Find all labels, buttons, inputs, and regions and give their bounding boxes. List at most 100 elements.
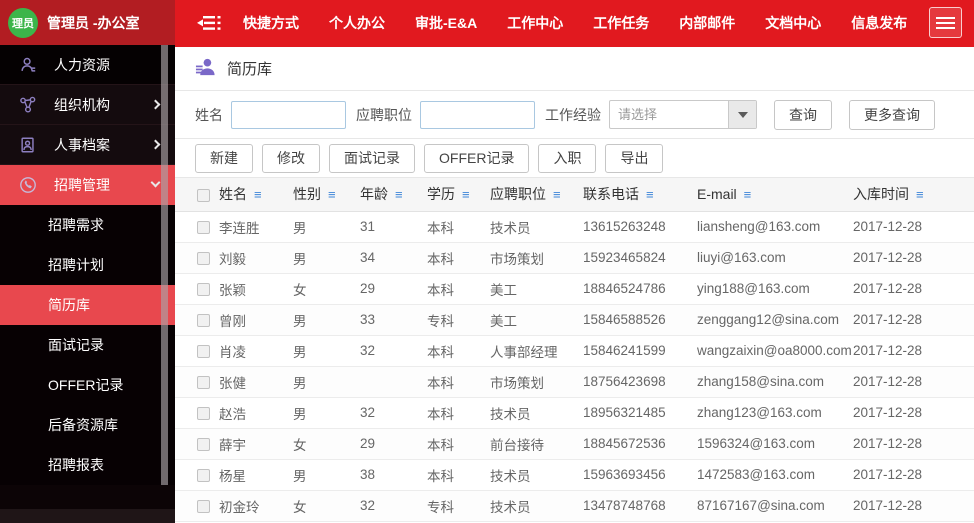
sidebar-item[interactable]: 人事档案 bbox=[0, 125, 175, 165]
sidebar-scrollbar[interactable] bbox=[161, 45, 168, 485]
cell-position: 技术员 bbox=[490, 406, 531, 422]
row-checkbox[interactable] bbox=[197, 220, 210, 234]
cell-gender: 男 bbox=[293, 344, 307, 360]
row-checkbox[interactable] bbox=[197, 344, 210, 358]
cell-age: 33 bbox=[360, 312, 376, 327]
nav-item[interactable]: 快捷方式 bbox=[243, 13, 299, 33]
column-header[interactable]: E-mail ≡ bbox=[697, 178, 853, 211]
row-checkbox[interactable] bbox=[197, 375, 210, 389]
action-button[interactable]: 新建 bbox=[195, 143, 253, 173]
table-row[interactable]: 杨星 男 38 本科 技术员 15963693456 1472583@163.com 2017… bbox=[175, 459, 974, 490]
table-row[interactable]: 初金玲 女 32 专科 技术员 13478748768 87167167@sina.com 2… bbox=[175, 490, 974, 521]
position-input[interactable] bbox=[420, 100, 535, 129]
cell-education: 专科 bbox=[427, 499, 454, 515]
column-header[interactable]: 联系电话 ≡ bbox=[583, 178, 697, 211]
cell-date: 2017-12-28 bbox=[853, 405, 923, 420]
table-row[interactable]: 张颖 女 29 本科 美工 18846524786 ying188@163.com 2017-… bbox=[175, 273, 974, 304]
action-button[interactable]: 入职 bbox=[538, 143, 597, 173]
nav-item[interactable]: 工作中心 bbox=[507, 13, 563, 33]
cell-name: 杨星 bbox=[219, 468, 246, 484]
table-row[interactable]: 李连胜 男 31 本科 技术员 13615263248 liansheng@163.com 2… bbox=[175, 211, 974, 242]
nav-item[interactable]: 工作任务 bbox=[593, 13, 649, 33]
row-checkbox[interactable] bbox=[197, 251, 210, 265]
chevron-down-icon bbox=[150, 177, 161, 188]
column-sort-icon[interactable]: ≡ bbox=[744, 187, 752, 202]
column-label: 年龄 bbox=[360, 186, 388, 203]
cell-email: 1596324@163.com bbox=[697, 436, 816, 451]
nav-item[interactable]: 审批-E&A bbox=[415, 13, 477, 33]
table-row[interactable]: 刘毅 男 34 本科 市场策划 15923465824 liuyi@163.com 2017-… bbox=[175, 242, 974, 273]
table-row[interactable]: 赵浩 男 32 本科 技术员 18956321485 zhang123@163.com 201… bbox=[175, 397, 974, 428]
column-sort-icon[interactable]: ≡ bbox=[462, 187, 470, 202]
row-checkbox-cell bbox=[175, 273, 219, 304]
select-all-checkbox[interactable] bbox=[197, 189, 210, 203]
select-dropdown-button[interactable] bbox=[728, 101, 756, 128]
action-button[interactable]: 导出 bbox=[605, 143, 664, 173]
sidebar-subitem[interactable]: OFFER记录 bbox=[0, 365, 175, 405]
table-row[interactable]: 肖凌 男 32 本科 人事部经理 15846241599 wangzaixin@oa8000… bbox=[175, 335, 974, 366]
row-checkbox[interactable] bbox=[197, 499, 210, 513]
cell-date: 2017-12-28 bbox=[853, 312, 923, 327]
cell-name: 李连胜 bbox=[219, 220, 260, 236]
sidebar-item[interactable]: 组织机构 bbox=[0, 85, 175, 125]
row-checkbox[interactable] bbox=[197, 313, 210, 327]
cell-email: 87167167@sina.com bbox=[697, 498, 825, 513]
column-sort-icon[interactable]: ≡ bbox=[254, 187, 262, 202]
cell-education: 本科 bbox=[427, 375, 454, 391]
action-button[interactable]: 修改 bbox=[262, 143, 320, 173]
more-search-button[interactable]: 更多查询 bbox=[849, 99, 935, 130]
cell-gender: 男 bbox=[293, 313, 307, 329]
hamburger-menu-button[interactable] bbox=[929, 7, 962, 38]
table-row[interactable]: 曾刚 男 33 专科 美工 15846588526 zenggang12@sina.com 2… bbox=[175, 304, 974, 335]
column-header[interactable]: 年龄 ≡ bbox=[360, 178, 427, 211]
row-checkbox[interactable] bbox=[197, 406, 210, 420]
user-block[interactable]: 理员 管理员 -办公室 bbox=[0, 0, 175, 45]
sidebar-subitem[interactable]: 面试记录 bbox=[0, 325, 175, 365]
action-button[interactable]: 面试记录 bbox=[329, 143, 415, 173]
chevron-right-icon bbox=[150, 139, 161, 150]
experience-select[interactable]: 请选择 bbox=[609, 100, 757, 129]
column-header[interactable]: 性别 ≡ bbox=[293, 178, 360, 211]
cell-email: liansheng@163.com bbox=[697, 219, 821, 234]
avatar[interactable]: 理员 bbox=[8, 7, 38, 38]
column-header[interactable]: 入库时间 ≡ bbox=[853, 178, 974, 211]
cell-age: 29 bbox=[360, 281, 376, 296]
cell-gender: 男 bbox=[293, 468, 307, 484]
row-checkbox-cell bbox=[175, 242, 219, 273]
sidebar-subitem[interactable]: 招聘需求 bbox=[0, 205, 175, 245]
search-button[interactable]: 查询 bbox=[774, 99, 832, 130]
sidebar-item[interactable]: 招聘管理 bbox=[0, 165, 175, 205]
column-sort-icon[interactable]: ≡ bbox=[395, 187, 403, 202]
nav-item[interactable]: 个人办公 bbox=[329, 13, 385, 33]
collapse-sidebar-icon[interactable] bbox=[197, 14, 223, 32]
table-row[interactable]: 薛宇 女 29 本科 前台接待 18845672536 1596324@163.com 201… bbox=[175, 428, 974, 459]
sidebar-item[interactable]: 人力资源 bbox=[0, 45, 175, 85]
sidebar-subitem[interactable]: 后备资源库 bbox=[0, 405, 175, 445]
sidebar-subitem[interactable]: 简历库 bbox=[0, 285, 175, 325]
nav-item[interactable]: 内部邮件 bbox=[679, 13, 735, 33]
name-input[interactable] bbox=[231, 100, 346, 129]
column-sort-icon[interactable]: ≡ bbox=[553, 187, 561, 202]
row-checkbox[interactable] bbox=[197, 437, 210, 451]
sidebar-subitem[interactable]: 招聘计划 bbox=[0, 245, 175, 285]
table-row[interactable]: 张健 男 本科 市场策划 18756423698 zhang158@sina.com 201… bbox=[175, 366, 974, 397]
cell-name: 薛宇 bbox=[219, 437, 246, 453]
nav-item[interactable]: 文档中心 bbox=[765, 13, 821, 33]
caret-down-icon bbox=[737, 111, 748, 118]
row-checkbox-cell bbox=[175, 490, 219, 521]
cell-age: 32 bbox=[360, 498, 376, 513]
row-checkbox[interactable] bbox=[197, 468, 210, 482]
cell-age: 31 bbox=[360, 219, 376, 234]
sidebar-subitem[interactable]: 招聘报表 bbox=[0, 445, 175, 485]
column-header[interactable]: 应聘职位 ≡ bbox=[490, 178, 583, 211]
column-sort-icon[interactable]: ≡ bbox=[916, 187, 924, 202]
row-checkbox[interactable] bbox=[197, 282, 210, 296]
column-header[interactable]: 姓名 ≡ bbox=[219, 178, 293, 211]
column-sort-icon[interactable]: ≡ bbox=[328, 187, 336, 202]
cell-name: 张健 bbox=[219, 375, 246, 391]
column-header[interactable]: 学历 ≡ bbox=[427, 178, 490, 211]
column-sort-icon[interactable]: ≡ bbox=[646, 187, 654, 202]
cell-position: 前台接待 bbox=[490, 437, 544, 453]
nav-item[interactable]: 信息发布 bbox=[851, 13, 907, 33]
action-button[interactable]: OFFER记录 bbox=[424, 143, 530, 173]
